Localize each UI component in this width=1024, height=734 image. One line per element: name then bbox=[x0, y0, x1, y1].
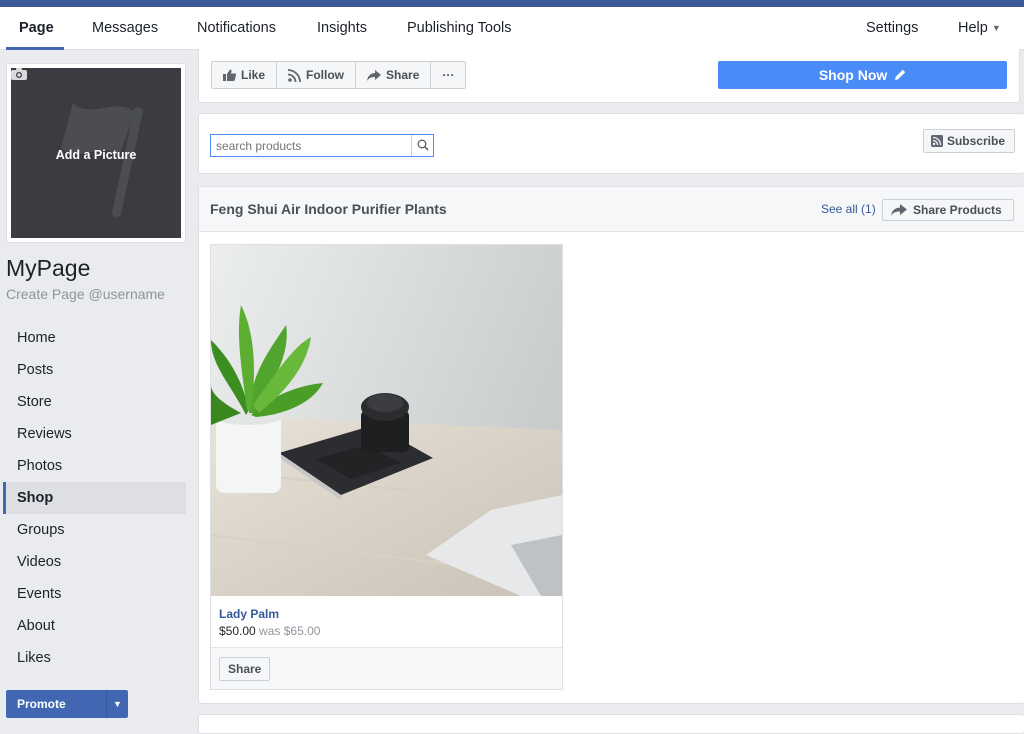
profile-picture-frame[interactable]: Add a Picture bbox=[6, 63, 186, 243]
search-input[interactable] bbox=[211, 135, 411, 156]
original-price: was $65.00 bbox=[259, 624, 321, 638]
tab-messages[interactable]: Messages bbox=[92, 7, 158, 50]
subscribe-label: Subscribe bbox=[946, 134, 1005, 148]
search-box bbox=[210, 134, 434, 157]
current-price: $50.00 bbox=[219, 624, 256, 638]
product-collection: Feng Shui Air Indoor Purifier Plants See… bbox=[198, 186, 1024, 704]
page-actions-bar: Like Follow Share ··· Shop Now bbox=[198, 49, 1020, 103]
tab-page[interactable]: Page bbox=[19, 7, 54, 50]
share-products-label: Share Products bbox=[913, 203, 1002, 217]
help-menu[interactable]: Help ▼ bbox=[958, 7, 1001, 50]
search-icon bbox=[417, 139, 429, 151]
promote-dropdown-caret-icon[interactable]: ▼ bbox=[106, 690, 128, 718]
subscribe-button[interactable]: Subscribe bbox=[922, 129, 1015, 153]
share-button[interactable]: Share bbox=[356, 62, 432, 88]
tab-notifications[interactable]: Notifications bbox=[197, 7, 276, 50]
create-username-link[interactable]: Create Page @username bbox=[6, 286, 165, 302]
sidebar-item-about[interactable]: About bbox=[3, 610, 186, 642]
follow-label: Follow bbox=[306, 68, 345, 82]
sidebar-item-photos[interactable]: Photos bbox=[3, 450, 186, 482]
rss-follow-icon bbox=[288, 68, 301, 82]
sidebar-item-videos[interactable]: Videos bbox=[3, 546, 186, 578]
product-image[interactable] bbox=[211, 245, 562, 596]
sidebar-item-groups[interactable]: Groups bbox=[3, 514, 186, 546]
product-card-footer: Share bbox=[211, 647, 562, 689]
like-label: Like bbox=[241, 68, 266, 82]
collection-header: Feng Shui Air Indoor Purifier Plants See… bbox=[199, 187, 1024, 232]
page-title: MyPage bbox=[6, 255, 91, 281]
profile-picture-placeholder[interactable]: Add a Picture bbox=[11, 68, 181, 238]
tab-insights[interactable]: Insights bbox=[317, 7, 367, 50]
settings-link[interactable]: Settings bbox=[866, 7, 918, 50]
share-arrow-icon bbox=[367, 69, 382, 81]
tab-publishing-tools[interactable]: Publishing Tools bbox=[407, 7, 512, 50]
product-card: Lady Palm $50.00 was $65.00 Share bbox=[210, 244, 563, 690]
promote-button[interactable]: Promote ▼ bbox=[6, 690, 128, 718]
sidebar-item-events[interactable]: Events bbox=[3, 578, 186, 610]
add-picture-label: Add a Picture bbox=[55, 148, 137, 162]
rss-icon bbox=[930, 135, 943, 147]
like-button[interactable]: Like bbox=[212, 62, 278, 88]
see-all-link[interactable]: See all (1) bbox=[821, 187, 876, 232]
collection-title: Feng Shui Air Indoor Purifier Plants bbox=[210, 201, 447, 217]
camera-icon[interactable] bbox=[11, 68, 27, 80]
promote-label: Promote bbox=[17, 697, 66, 711]
product-photo bbox=[211, 245, 562, 596]
shop-now-button[interactable]: Shop Now bbox=[718, 61, 1007, 89]
next-section-card bbox=[198, 714, 1024, 734]
thumbs-up-icon bbox=[223, 69, 236, 81]
sidebar-menu: Home Posts Store Reviews Photos Shop Gro… bbox=[3, 322, 186, 674]
sidebar-item-home[interactable]: Home bbox=[3, 322, 186, 354]
top-brand-strip bbox=[0, 0, 1024, 7]
search-button[interactable] bbox=[411, 135, 433, 156]
active-tab-indicator bbox=[6, 47, 64, 50]
more-options-button[interactable]: ··· bbox=[431, 62, 465, 88]
sidebar-item-shop[interactable]: Shop bbox=[3, 482, 186, 514]
page-action-buttons: Like Follow Share ··· bbox=[211, 61, 467, 89]
product-share-button[interactable]: Share bbox=[219, 657, 271, 681]
share-label: Share bbox=[386, 68, 420, 82]
help-label: Help bbox=[958, 20, 988, 36]
sidebar-item-store[interactable]: Store bbox=[3, 386, 186, 418]
product-price: $50.00 was $65.00 bbox=[219, 624, 320, 638]
caret-down-icon: ▼ bbox=[991, 23, 1001, 33]
shop-now-label: Shop Now bbox=[818, 67, 888, 83]
shop-search-bar: Subscribe bbox=[198, 113, 1024, 174]
share-products-button[interactable]: Share Products bbox=[882, 199, 1014, 221]
follow-button[interactable]: Follow bbox=[277, 62, 357, 88]
share-arrow-icon bbox=[891, 204, 907, 216]
sidebar-item-posts[interactable]: Posts bbox=[3, 354, 186, 386]
page-top-nav: Page Messages Notifications Insights Pub… bbox=[0, 7, 1024, 50]
more-dots-icon: ··· bbox=[442, 68, 455, 82]
pencil-edit-icon[interactable] bbox=[895, 69, 906, 80]
product-name-link[interactable]: Lady Palm bbox=[219, 607, 279, 621]
sidebar-item-likes[interactable]: Likes bbox=[3, 642, 186, 674]
sidebar-item-reviews[interactable]: Reviews bbox=[3, 418, 186, 450]
